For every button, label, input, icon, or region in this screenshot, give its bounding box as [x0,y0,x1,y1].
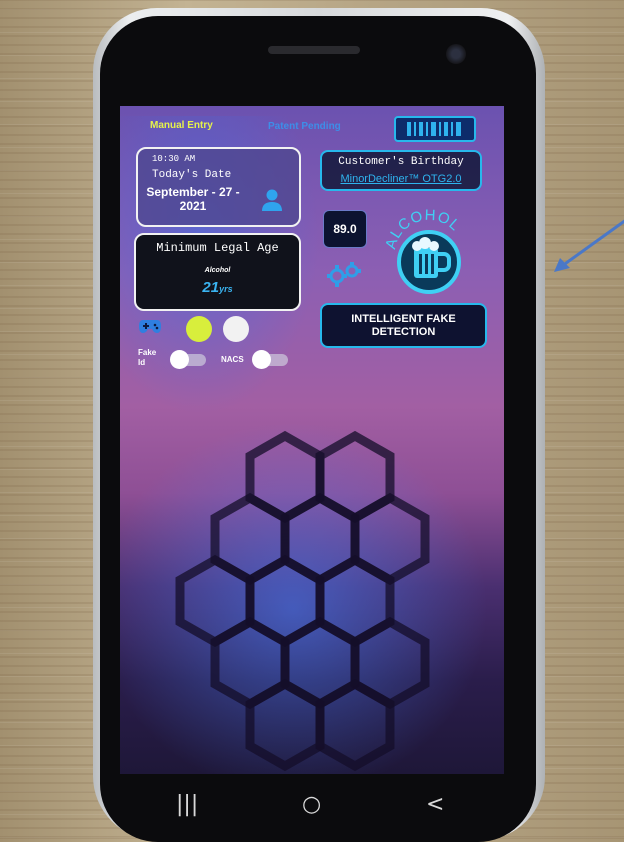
toggle-knob [252,350,271,369]
customer-birthday-title: Customer's Birthday [338,156,464,168]
status-indicator-yellow [186,316,212,342]
back-button[interactable]: < [426,792,444,817]
app-screen: Manual Entry Patent Pending 10:30 AM Tod… [120,106,504,774]
earpiece-speaker [268,46,360,54]
intelligent-fake-detection-button[interactable]: INTELLIGENT FAKE DETECTION [320,303,487,348]
barcode-icon [407,122,461,136]
home-button[interactable]: ○ [302,792,321,817]
date-line: 2021 [179,199,207,213]
legal-age-value: 21yrs [136,279,299,297]
reading-value-box: 89.0 [323,210,367,248]
current-time: 10:30 AM [152,154,196,164]
fake-id-label: Fake Id [138,348,156,368]
toggle-knob [170,350,189,369]
front-camera [446,44,466,64]
todays-date-card: 10:30 AM Today's Date September - 27 - 2… [136,147,301,227]
button-label-line: INTELLIGENT FAKE [351,312,456,325]
nacs-toggle[interactable] [252,350,288,369]
customer-birthday-card[interactable]: Customer's Birthday MinorDecliner™ OTG2.… [320,150,482,191]
fake-id-label-line: Id [138,358,146,367]
manual-entry-link[interactable]: Manual Entry [150,120,213,131]
legal-age-number: 21 [202,279,220,296]
todays-date-label: Today's Date [152,169,232,181]
date-line: September - 27 - [146,185,240,199]
annotation-arrow-icon [554,219,624,272]
brand-link[interactable]: MinorDecliner™ OTG2.0 [322,173,480,185]
fake-id-toggle[interactable] [170,350,206,369]
barcode-scan-button[interactable] [394,116,476,142]
nacs-label: NACS [221,355,244,364]
person-icon[interactable] [261,188,283,212]
legal-age-unit: yrs [219,284,233,294]
status-indicator-white [223,316,249,342]
button-label-line: DETECTION [371,325,436,338]
gamepad-icon[interactable] [138,318,162,334]
minimum-legal-age-card: Minimum Legal Age Alcohol 21yrs [134,233,301,311]
minimum-legal-age-title: Minimum Legal Age [156,241,279,255]
patent-pending-label: Patent Pending [268,121,341,132]
alcohol-badge[interactable]: ALCOHOL [383,200,475,296]
substance-label: Alcohol [204,267,231,274]
gear-icon[interactable] [326,262,362,288]
todays-date-value: September - 27 - 2021 [138,185,248,213]
fake-id-label-line: Fake [138,348,157,357]
recents-button[interactable]: ||| [176,792,198,817]
system-navigation-bar: ||| ○ < [120,778,504,838]
